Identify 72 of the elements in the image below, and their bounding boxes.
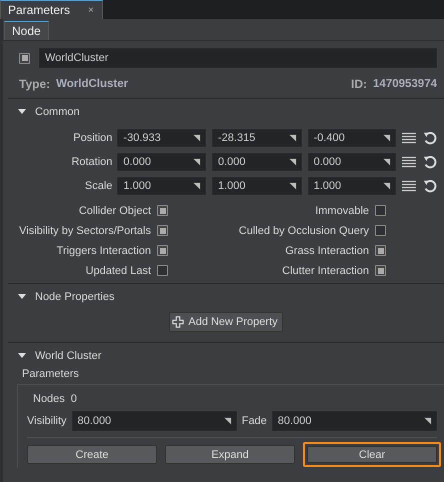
reset-icon[interactable] [423, 131, 437, 145]
number-field[interactable]: 80.000 [72, 411, 237, 431]
reset-icon[interactable] [423, 155, 437, 169]
section-title: Node Properties [35, 291, 114, 303]
id-label: ID: [351, 77, 368, 91]
resize-icon[interactable] [288, 134, 297, 142]
menu-icon[interactable] [402, 131, 416, 145]
checkbox-label: Clutter Interaction [282, 264, 369, 276]
resize-icon[interactable] [222, 416, 232, 426]
action-button[interactable]: Create [27, 445, 158, 464]
resize-icon[interactable] [192, 182, 201, 190]
field-label: Fade [242, 415, 267, 427]
name-field[interactable]: WorldCluster [39, 48, 437, 68]
menu-icon[interactable] [402, 155, 416, 169]
field-label: Visibility [27, 415, 67, 427]
field-label: Position [72, 132, 114, 144]
number-field[interactable]: 80.000 [272, 411, 437, 431]
checkbox-label: Updated Last [86, 264, 151, 276]
checkbox[interactable] [157, 225, 168, 236]
id-value: 1470953974 [373, 78, 437, 90]
add-property-button[interactable]: Add New Property [169, 312, 283, 332]
node-tab[interactable]: Node [4, 21, 49, 40]
field-label: Scale [84, 180, 114, 192]
checkbox-label: Culled by Occlusion Query [238, 224, 369, 236]
enabled-checkbox[interactable] [19, 52, 30, 64]
number-field[interactable]: 1.000 [308, 177, 396, 195]
type-label: Type: [19, 77, 50, 91]
checkbox-label: Grass Interaction [285, 244, 369, 256]
close-button[interactable]: × [88, 4, 94, 16]
panel-tab[interactable]: Parameters × [0, 0, 103, 19]
reset-icon[interactable] [423, 179, 437, 193]
number-field[interactable]: -28.315 [212, 129, 302, 147]
checkbox-label: Immovable [315, 204, 369, 216]
checkbox[interactable] [375, 225, 386, 236]
section-header[interactable]: Common [8, 101, 444, 123]
plus-icon [172, 316, 184, 328]
nodes-label: Nodes [33, 393, 65, 405]
checkbox[interactable] [157, 245, 168, 256]
checkbox-label: Triggers Interaction [56, 244, 151, 256]
checkbox[interactable] [375, 205, 386, 216]
section-title: World Cluster [35, 350, 102, 362]
resize-icon[interactable] [288, 182, 297, 190]
checkbox-label: Visibility by Sectors/Portals [19, 224, 151, 236]
number-field[interactable]: 1.000 [212, 177, 302, 195]
number-field[interactable]: 0.000 [308, 153, 396, 171]
group-title: Parameters [21, 368, 80, 382]
resize-icon[interactable] [382, 134, 392, 142]
number-field[interactable]: -0.400 [308, 129, 396, 147]
resize-icon[interactable] [192, 134, 201, 142]
checkbox[interactable] [375, 265, 386, 276]
number-field[interactable]: 0.000 [212, 153, 302, 171]
resize-icon[interactable] [382, 158, 392, 166]
field-label: Rotation [70, 156, 114, 168]
checkbox[interactable] [157, 265, 168, 276]
resize-icon[interactable] [192, 158, 201, 166]
section-header[interactable]: Node Properties [8, 286, 444, 308]
checkbox[interactable] [375, 245, 386, 256]
type-value: WorldCluster [56, 78, 128, 90]
checkbox[interactable] [157, 205, 168, 216]
action-button[interactable]: Clear [303, 442, 441, 467]
number-field[interactable]: 0.000 [117, 153, 206, 171]
resize-icon[interactable] [288, 158, 297, 166]
number-field[interactable]: -30.933 [117, 129, 206, 147]
section-header[interactable]: World Cluster [8, 345, 444, 367]
resize-icon[interactable] [422, 416, 432, 426]
checkbox-label: Collider Object [78, 204, 151, 216]
section-title: Common [35, 106, 80, 118]
number-field[interactable]: 1.000 [117, 177, 206, 195]
nodes-count: 0 [70, 393, 77, 405]
menu-icon[interactable] [402, 179, 416, 193]
action-button[interactable]: Expand [165, 445, 296, 464]
resize-icon[interactable] [382, 182, 392, 190]
